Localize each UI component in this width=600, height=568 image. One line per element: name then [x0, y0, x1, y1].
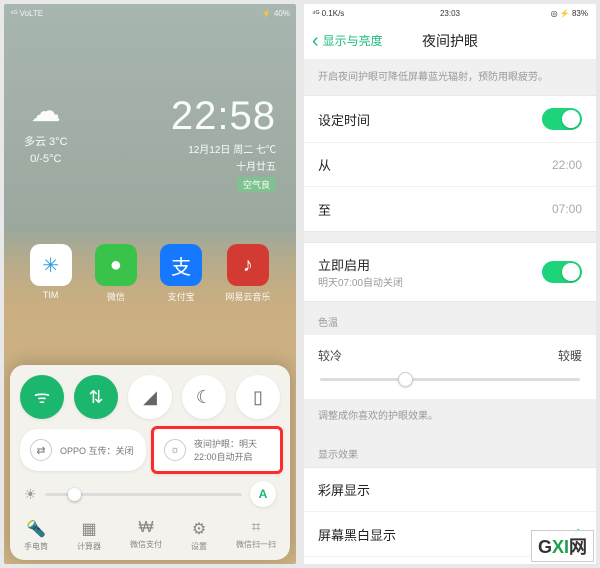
status-left: ⁴ᴳ VoLTE: [10, 9, 43, 18]
tool-calculator[interactable]: ▦计算器: [77, 519, 101, 552]
qs-battery[interactable]: ▯: [236, 375, 280, 419]
eye-icon: ☼: [164, 439, 186, 461]
oppo-share-pill[interactable]: ⇄ OPPO 互传：关闭: [20, 429, 146, 471]
color-temp-slider[interactable]: [320, 378, 580, 381]
watermark: GXI网: [531, 530, 594, 562]
share-label: OPPO 互传：关闭: [60, 444, 134, 457]
temp-cold-label: 较冷: [318, 347, 342, 364]
row-enable[interactable]: 立即启用 明天07:00自动关闭: [304, 243, 596, 301]
tim-icon: ✳: [30, 244, 72, 286]
status-bar: ⁴ᴳ VoLTE ⚡ 40%: [4, 4, 296, 22]
air-badge: 空气良: [237, 177, 276, 192]
back-button[interactable]: 显示与亮度: [304, 32, 391, 49]
nav-header: 显示与亮度 夜间护眼: [304, 22, 596, 60]
row-effect-color[interactable]: 彩屏显示: [304, 468, 596, 512]
brightness-thumb[interactable]: [68, 488, 81, 501]
clock-lunar: 十月廿五: [171, 158, 276, 173]
gear-icon: ⚙: [192, 519, 206, 539]
tool-flashlight[interactable]: 🔦手电筒: [24, 519, 48, 552]
temp-warm-label: 较暖: [558, 347, 582, 364]
status-right: ◎ ⚡ 83%: [551, 9, 588, 18]
homescreen-phone: ⁴ᴳ VoLTE ⚡ 40% ☁ 多云 3°C 0/-5°C 22:58 12月…: [4, 4, 296, 564]
enable-group: 立即启用 明天07:00自动关闭: [304, 242, 596, 302]
enable-switch[interactable]: [542, 261, 582, 283]
wechatpay-icon: ₩: [138, 519, 153, 537]
app-alipay[interactable]: 支支付宝: [160, 244, 202, 303]
status-bar: ⁴ᴳ 0.1K/s 23:03 ◎ ⚡ 83%: [304, 4, 596, 22]
section-effect: 显示效果: [304, 434, 596, 467]
weather-widget[interactable]: ☁ 多云 3°C 0/-5°C: [24, 94, 68, 165]
auto-brightness-toggle[interactable]: A: [250, 481, 276, 507]
brightness-slider[interactable]: [45, 493, 242, 496]
qs-night[interactable]: ☾: [182, 375, 226, 419]
weather-icon: ☁: [24, 94, 68, 129]
qs-dnd[interactable]: ◢: [128, 375, 172, 419]
schedule-group: 设定时间 从 22:00 至 07:00: [304, 95, 596, 232]
page-title: 夜间护眼: [422, 31, 478, 51]
clock-time: 22:58: [171, 94, 276, 139]
pill-row: ⇄ OPPO 互传：关闭 ☼ 夜间护眼：明天22:00自动开启: [20, 429, 280, 471]
eye-label: 夜间护眼：明天22:00自动开启: [194, 437, 270, 463]
app-netease[interactable]: ♪网易云音乐: [225, 244, 270, 303]
brightness-row: ☀ A: [20, 481, 280, 507]
tool-row: 🔦手电筒 ▦计算器 ₩微信支付 ⚙设置 ⌗微信扫一扫: [20, 515, 280, 552]
sun-icon: ☀: [24, 486, 37, 503]
tool-wechatscan[interactable]: ⌗微信扫一扫: [236, 519, 276, 552]
qs-data[interactable]: ⇅: [74, 375, 118, 419]
status-left: ⁴ᴳ 0.1K/s: [312, 9, 344, 18]
calculator-icon: ▦: [81, 519, 96, 539]
row-from[interactable]: 从 22:00: [304, 143, 596, 187]
qs-wifi[interactable]: ᯤ: [20, 375, 64, 419]
flashlight-icon: 🔦: [26, 519, 46, 539]
weather-cond: 多云 3°C: [24, 133, 68, 149]
app-wechat[interactable]: ●微信: [95, 244, 137, 303]
color-temp-row: 较冷 较暖: [304, 335, 596, 399]
settings-phone: ⁴ᴳ 0.1K/s 23:03 ◎ ⚡ 83% 显示与亮度 夜间护眼 开启夜间护…: [304, 4, 596, 564]
app-tim[interactable]: ✳TIM: [30, 244, 72, 303]
section-temp: 色温: [304, 302, 596, 335]
row-schedule[interactable]: 设定时间: [304, 96, 596, 143]
weather-range: 0/-5°C: [24, 153, 68, 165]
hint-temp: 调整成你喜欢的护眼效果。: [304, 399, 596, 434]
wechat-icon: ●: [95, 244, 137, 286]
status-time: 23:03: [440, 9, 460, 18]
netease-icon: ♪: [227, 244, 269, 286]
status-right: ⚡ 40%: [262, 9, 290, 18]
tool-wechatpay[interactable]: ₩微信支付: [130, 519, 162, 552]
tool-settings[interactable]: ⚙设置: [191, 519, 207, 552]
share-icon: ⇄: [30, 439, 52, 461]
night-eye-pill[interactable]: ☼ 夜间护眼：明天22:00自动开启: [151, 426, 283, 474]
clock-widget[interactable]: 22:58 12月12日 周二 七℃ 十月廿五 空气良: [171, 94, 276, 193]
clock-date: 12月12日 周二 七℃: [171, 141, 276, 156]
wallpaper: ⁴ᴳ VoLTE ⚡ 40% ☁ 多云 3°C 0/-5°C 22:58 12月…: [4, 4, 296, 564]
app-row: ✳TIM ●微信 支支付宝 ♪网易云音乐: [4, 244, 296, 303]
control-panel: ᯤ ⇅ ◢ ☾ ▯ ⇄ OPPO 互传：关闭 ☼ 夜间护眼：明天22:00自动开…: [10, 365, 290, 560]
schedule-switch[interactable]: [542, 108, 582, 130]
row-to[interactable]: 至 07:00: [304, 187, 596, 231]
settings-body: 开启夜间护眼可降低屏幕蓝光辐射，预防用眼疲劳。 设定时间 从 22:00 至 0…: [304, 60, 596, 564]
hint-top: 开启夜间护眼可降低屏幕蓝光辐射，预防用眼疲劳。: [304, 60, 596, 95]
scan-icon: ⌗: [251, 519, 260, 537]
quick-settings-row: ᯤ ⇅ ◢ ☾ ▯: [20, 375, 280, 419]
alipay-icon: 支: [160, 244, 202, 286]
color-temp-thumb[interactable]: [398, 372, 413, 387]
